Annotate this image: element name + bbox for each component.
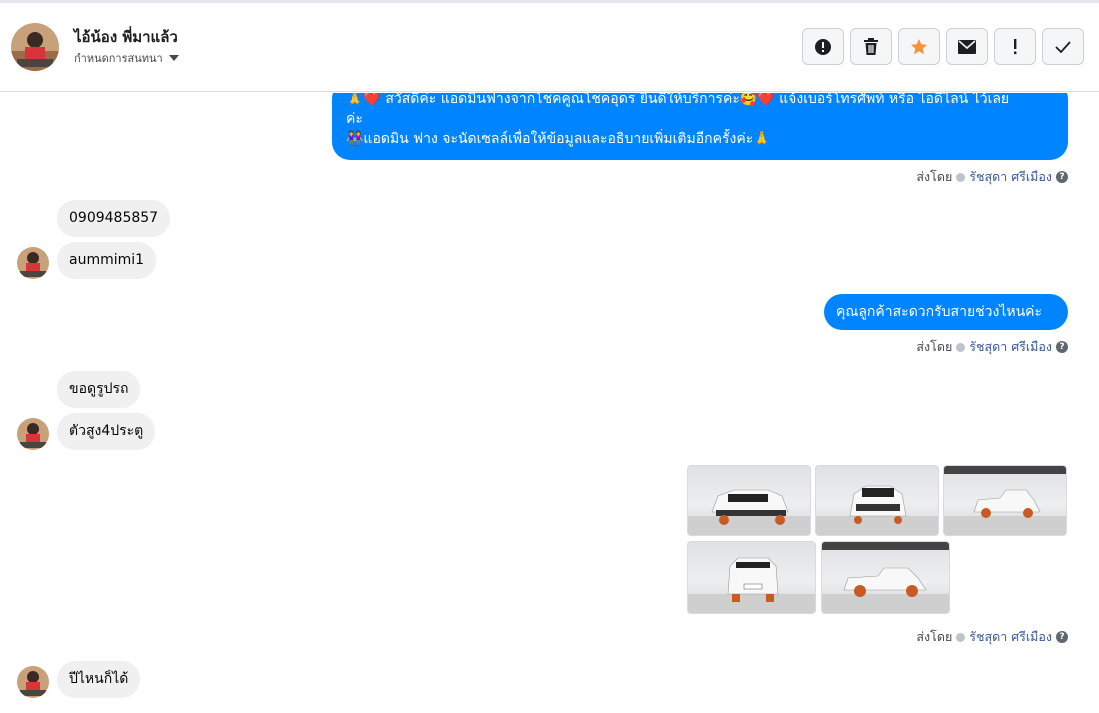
help-icon[interactable]: ? bbox=[1056, 631, 1068, 643]
incoming-message[interactable]: 0909485857 bbox=[57, 200, 171, 237]
agent-name-link[interactable]: รัชสุดา ศรีเมือง bbox=[969, 337, 1052, 357]
contact-avatar-small[interactable] bbox=[17, 666, 49, 698]
check-icon bbox=[956, 342, 966, 352]
sent-by-label: ส่งโดย bbox=[916, 629, 953, 644]
sent-by-label: ส่งโดย bbox=[916, 169, 953, 184]
caret-down-icon bbox=[168, 55, 179, 61]
conversation-header: ไอ้น้อง พี่มาแล้ว กำหนดการสนทนา bbox=[0, 3, 1099, 92]
inbox-conversation-view: ไอ้น้อง พี่มาแล้ว กำหนดการสนทนา 🙏❤️ สวัส… bbox=[0, 0, 1099, 713]
message-line: 👭แอดมิน ฟาง จะนัดเซลล์เพื่อให้ข้อมูลและอ… bbox=[346, 131, 771, 147]
assign-label: กำหนดการสนทนา bbox=[74, 52, 163, 65]
agent-name-link[interactable]: รัชสุดา ศรีเมือง bbox=[969, 627, 1052, 647]
photo-attachment[interactable] bbox=[821, 541, 950, 614]
incoming-message[interactable]: aummimi1 bbox=[57, 242, 157, 279]
assign-conversation-dropdown[interactable]: กำหนดการสนทนา bbox=[74, 49, 179, 67]
incoming-message[interactable]: ขอดูรูปรถ bbox=[57, 371, 141, 408]
envelope-icon bbox=[958, 39, 976, 54]
mark-unread-button[interactable] bbox=[946, 28, 988, 65]
message-line: 🙏❤️ สวัสดีค่ะ แอดมินฟางจากโชคคูณโชคอุดร … bbox=[346, 93, 1010, 107]
sent-by-info: ส่งโดย รัชสุดา ศรีเมือง ? bbox=[916, 337, 1068, 357]
alert-circle-icon bbox=[815, 38, 831, 55]
follow-up-button[interactable] bbox=[994, 28, 1036, 65]
photo-attachment[interactable] bbox=[687, 541, 816, 614]
sent-by-info: ส่งโดย รัชสุดา ศรีเมือง ? bbox=[916, 167, 1068, 187]
incoming-message[interactable]: ตัวสูง4ประตู bbox=[57, 413, 156, 450]
contact-avatar-small[interactable] bbox=[17, 418, 49, 450]
help-icon[interactable]: ? bbox=[1056, 341, 1068, 353]
sent-by-info: ส่งโดย รัชสุดา ศรีเมือง ? bbox=[916, 627, 1068, 647]
report-spam-button[interactable] bbox=[802, 28, 844, 65]
outgoing-message[interactable]: 🙏❤️ สวัสดีค่ะ แอดมินฟางจากโชคคูณโชคอุดร … bbox=[332, 93, 1068, 160]
delete-button[interactable] bbox=[850, 28, 892, 65]
conversation-actions bbox=[802, 28, 1084, 65]
check-icon bbox=[956, 172, 966, 182]
check-icon bbox=[1055, 40, 1071, 53]
exclamation-icon bbox=[1014, 38, 1017, 54]
help-icon[interactable]: ? bbox=[1056, 171, 1068, 183]
contact-name[interactable]: ไอ้น้อง พี่มาแล้ว bbox=[74, 25, 178, 49]
photo-attachment[interactable] bbox=[943, 465, 1067, 536]
contact-avatar[interactable] bbox=[11, 23, 59, 71]
message-line: ค่ะ bbox=[346, 111, 363, 127]
contact-avatar-small[interactable] bbox=[17, 247, 49, 279]
outgoing-message[interactable]: คุณลูกค้าสะดวกรับสายช่วงไหนค่ะ bbox=[824, 294, 1068, 330]
star-icon bbox=[911, 38, 927, 54]
photo-attachment[interactable] bbox=[815, 465, 939, 536]
photo-attachment[interactable] bbox=[687, 465, 811, 536]
incoming-message[interactable]: ปีไหนก็ได้ bbox=[57, 661, 141, 698]
star-button[interactable] bbox=[898, 28, 940, 65]
message-thread[interactable]: 🙏❤️ สวัสดีค่ะ แอดมินฟางจากโชคคูณโชคอุดร … bbox=[0, 93, 1099, 713]
agent-name-link[interactable]: รัชสุดา ศรีเมือง bbox=[969, 167, 1052, 187]
sent-by-label: ส่งโดย bbox=[916, 339, 953, 354]
trash-icon bbox=[864, 37, 878, 55]
check-icon bbox=[956, 632, 966, 642]
mark-done-button[interactable] bbox=[1042, 28, 1084, 65]
